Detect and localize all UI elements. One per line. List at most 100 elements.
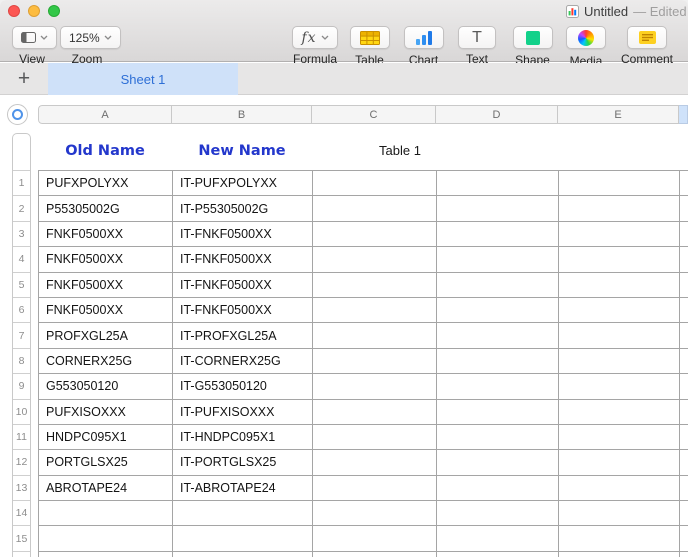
table-cell[interactable]: PUFXPOLYXX	[39, 171, 173, 196]
table-cell[interactable]	[559, 374, 680, 399]
table-cell[interactable]	[437, 475, 559, 500]
table-cell[interactable]	[313, 475, 437, 500]
column-header-d[interactable]: D	[436, 105, 558, 124]
row-number-7[interactable]: 7	[13, 322, 30, 347]
table-cell[interactable]: IT-CORNERX25G	[173, 348, 313, 373]
table-cell[interactable]	[437, 551, 559, 557]
table-cell[interactable]: G553050120	[39, 374, 173, 399]
row-number-10[interactable]: 10	[13, 399, 30, 424]
row-number-11[interactable]: 11	[13, 424, 30, 449]
table-cell[interactable]: IT-P55305002G	[173, 196, 313, 221]
table-cell[interactable]	[680, 501, 688, 526]
table-cell[interactable]: IT-FNKF0500XX	[173, 221, 313, 246]
comment-icon-button[interactable]	[627, 26, 667, 49]
table-cell[interactable]	[559, 247, 680, 272]
table-cell[interactable]	[437, 171, 559, 196]
table-cell[interactable]	[437, 501, 559, 526]
table-cell[interactable]	[680, 526, 688, 551]
table-cell[interactable]	[173, 551, 313, 557]
table-cell[interactable]	[173, 526, 313, 551]
table-cell[interactable]	[680, 272, 688, 297]
table-cell[interactable]: IT-PROFXGL25A	[173, 323, 313, 348]
row-number-1[interactable]: 1	[13, 170, 30, 195]
table-cell[interactable]	[680, 551, 688, 557]
sheet-tab-sheet1[interactable]: Sheet 1	[48, 63, 238, 95]
table-cell[interactable]	[39, 501, 173, 526]
table-header-old-name[interactable]: Old Name	[38, 143, 172, 159]
table-cell[interactable]: PUFXISOXXX	[39, 399, 173, 424]
zoom-window-button[interactable]	[48, 5, 60, 17]
table-cell[interactable]	[559, 221, 680, 246]
table-cell[interactable]	[680, 247, 688, 272]
table-cell[interactable]	[437, 450, 559, 475]
table-cell[interactable]	[559, 424, 680, 449]
table-cell[interactable]: IT-FNKF0500XX	[173, 247, 313, 272]
table-cell[interactable]	[559, 171, 680, 196]
table-cell[interactable]: FNKF0500XX	[39, 221, 173, 246]
table-cell[interactable]	[559, 399, 680, 424]
table-cell[interactable]	[680, 374, 688, 399]
table-cell[interactable]	[680, 297, 688, 322]
view-button[interactable]	[12, 26, 57, 49]
table-cell[interactable]	[313, 297, 437, 322]
table-cell[interactable]: IT-HNDPC095X1	[173, 424, 313, 449]
row-number-8[interactable]: 8	[13, 348, 30, 373]
table-cell[interactable]	[437, 247, 559, 272]
row-number-15[interactable]: 15	[13, 525, 30, 550]
table-cell[interactable]	[437, 374, 559, 399]
row-number-14[interactable]: 14	[13, 500, 30, 525]
zoom-dropdown[interactable]: 125%	[60, 26, 121, 49]
table-cell[interactable]	[313, 348, 437, 373]
table-cell[interactable]: IT-ABROTAPE24	[173, 475, 313, 500]
table-cell[interactable]: ABROTAPE24	[39, 475, 173, 500]
table-cell[interactable]	[313, 450, 437, 475]
column-header-a[interactable]: A	[38, 105, 172, 124]
row-number-9[interactable]: 9	[13, 373, 30, 398]
table-cell[interactable]	[559, 272, 680, 297]
table-cell[interactable]: FNKF0500XX	[39, 272, 173, 297]
header-row-gutter-cell[interactable]	[13, 134, 30, 170]
table-cell[interactable]: PORTGLSX25	[39, 450, 173, 475]
table-cell[interactable]	[559, 526, 680, 551]
table-cell[interactable]: FNKF0500XX	[39, 247, 173, 272]
table-header-new-name[interactable]: New Name	[172, 143, 312, 159]
row-number-5[interactable]: 5	[13, 272, 30, 297]
add-sheet-button[interactable]: +	[12, 67, 36, 91]
table-cell[interactable]	[559, 323, 680, 348]
table-cell[interactable]	[559, 475, 680, 500]
table-cell[interactable]: IT-FNKF0500XX	[173, 297, 313, 322]
insert-text-button[interactable]: T	[458, 26, 496, 49]
chart-icon-button[interactable]	[404, 26, 444, 49]
table-title[interactable]: Table 1	[340, 143, 460, 158]
table-cell[interactable]	[39, 526, 173, 551]
table-cell[interactable]	[313, 272, 437, 297]
column-header-partial-highlighted[interactable]	[679, 105, 688, 124]
table-cell[interactable]	[559, 348, 680, 373]
table-cell[interactable]: IT-FNKF0500XX	[173, 272, 313, 297]
table-cell[interactable]	[39, 551, 173, 557]
table-cell[interactable]	[680, 348, 688, 373]
table-cell[interactable]	[559, 196, 680, 221]
row-number-13[interactable]: 13	[13, 475, 30, 500]
table-cell[interactable]: IT-PUFXPOLYXX	[173, 171, 313, 196]
table-cell[interactable]	[437, 348, 559, 373]
table-cell[interactable]	[559, 551, 680, 557]
table-cell[interactable]	[680, 221, 688, 246]
table-cell[interactable]	[437, 399, 559, 424]
table-cell[interactable]: CORNERX25G	[39, 348, 173, 373]
table-cell[interactable]	[313, 526, 437, 551]
select-table-handle[interactable]	[7, 104, 28, 125]
close-window-button[interactable]	[8, 5, 20, 17]
minimize-window-button[interactable]	[28, 5, 40, 17]
column-header-b[interactable]: B	[172, 105, 312, 124]
table-cell[interactable]	[313, 501, 437, 526]
table-cell[interactable]	[313, 196, 437, 221]
table-cell[interactable]	[313, 551, 437, 557]
row-number-6[interactable]: 6	[13, 297, 30, 322]
table-cell[interactable]: PROFXGL25A	[39, 323, 173, 348]
table-cell[interactable]: IT-G553050120	[173, 374, 313, 399]
row-number-3[interactable]: 3	[13, 221, 30, 246]
table-cell[interactable]	[313, 374, 437, 399]
table-cell[interactable]	[173, 501, 313, 526]
row-number-12[interactable]: 12	[13, 449, 30, 474]
